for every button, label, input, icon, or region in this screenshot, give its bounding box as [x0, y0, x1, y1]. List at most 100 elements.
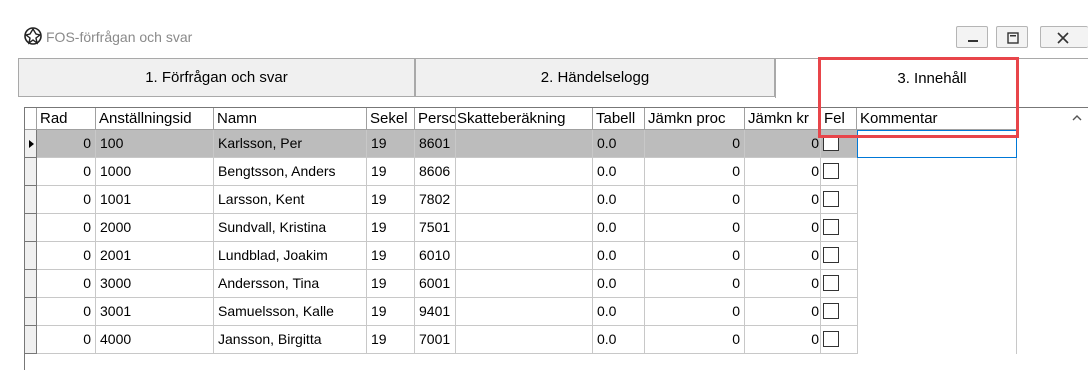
cell-person[interactable]: 8601 [415, 130, 456, 158]
cell-id[interactable]: 100 [96, 130, 214, 158]
row-indicator[interactable] [25, 130, 37, 158]
cell-skatt[interactable] [456, 158, 593, 186]
cell-id[interactable]: 2001 [96, 242, 214, 270]
cell-rad[interactable]: 0 [37, 186, 96, 214]
row-indicator[interactable] [25, 298, 37, 326]
cell-skatt[interactable] [456, 270, 593, 298]
table-row[interactable]: 0 3000 Andersson, Tina 19 6001 0.0 0 0 [25, 270, 1088, 298]
cell-namn[interactable]: Jansson, Birgitta [214, 326, 367, 354]
row-indicator[interactable] [25, 214, 37, 242]
cell-tabell[interactable]: 0.0 [593, 158, 645, 186]
cell-kr[interactable]: 0 [745, 214, 821, 242]
col-header-rad[interactable]: Rad [37, 108, 96, 130]
cell-skatt[interactable] [456, 186, 593, 214]
row-indicator[interactable] [25, 186, 37, 214]
restore-button[interactable] [996, 26, 1028, 48]
cell-id[interactable]: 1000 [96, 158, 214, 186]
cell-namn[interactable]: Karlsson, Per [214, 130, 367, 158]
data-grid[interactable]: Rad Anställningsid Namn Sekel Personnumm… [24, 107, 1088, 370]
col-header-anstallningsid[interactable]: Anställningsid [96, 108, 214, 130]
cell-proc[interactable]: 0 [645, 242, 745, 270]
cell-person[interactable]: 7802 [415, 186, 456, 214]
cell-sekel[interactable]: 19 [367, 242, 415, 270]
cell-tabell[interactable]: 0.0 [593, 214, 645, 242]
table-row[interactable]: 0 1000 Bengtsson, Anders 19 8606 0.0 0 0 [25, 158, 1088, 186]
cell-proc[interactable]: 0 [645, 270, 745, 298]
cell-kommentar[interactable] [857, 242, 1017, 270]
cell-proc[interactable]: 0 [645, 130, 745, 158]
cell-kr[interactable]: 0 [745, 326, 821, 354]
cell-kr[interactable]: 0 [745, 158, 821, 186]
cell-skatt[interactable] [456, 298, 593, 326]
cell-namn[interactable]: Andersson, Tina [214, 270, 367, 298]
cell-fel[interactable] [821, 242, 857, 270]
cell-sekel[interactable]: 19 [367, 130, 415, 158]
cell-tabell[interactable]: 0.0 [593, 186, 645, 214]
cell-id[interactable]: 3001 [96, 298, 214, 326]
cell-person[interactable]: 7501 [415, 214, 456, 242]
table-row[interactable]: 0 1001 Larsson, Kent 19 7802 0.0 0 0 [25, 186, 1088, 214]
cell-namn[interactable]: Samuelsson, Kalle [214, 298, 367, 326]
cell-kr[interactable]: 0 [745, 130, 821, 158]
fel-checkbox[interactable] [823, 163, 839, 179]
cell-kommentar[interactable] [857, 186, 1017, 214]
cell-fel[interactable] [821, 298, 857, 326]
col-header-jamkn-proc[interactable]: Jämkn proc [645, 108, 745, 130]
cell-kommentar[interactable] [857, 326, 1017, 354]
row-indicator[interactable] [25, 270, 37, 298]
cell-kommentar[interactable] [857, 298, 1017, 326]
table-row[interactable]: 0 2000 Sundvall, Kristina 19 7501 0.0 0 0 [25, 214, 1088, 242]
cell-id[interactable]: 4000 [96, 326, 214, 354]
cell-person[interactable]: 7001 [415, 326, 456, 354]
cell-fel[interactable] [821, 270, 857, 298]
fel-checkbox[interactable] [823, 191, 839, 207]
fel-checkbox[interactable] [823, 303, 839, 319]
cell-sekel[interactable]: 19 [367, 298, 415, 326]
col-header-jamkn-kr[interactable]: Jämkn kr [745, 108, 821, 130]
cell-proc[interactable]: 0 [645, 158, 745, 186]
cell-tabell[interactable]: 0.0 [593, 242, 645, 270]
cell-fel[interactable] [821, 214, 857, 242]
cell-person[interactable]: 6001 [415, 270, 456, 298]
cell-rad[interactable]: 0 [37, 270, 96, 298]
fel-checkbox[interactable] [823, 331, 839, 347]
cell-proc[interactable]: 0 [645, 326, 745, 354]
cell-fel[interactable] [821, 158, 857, 186]
cell-proc[interactable]: 0 [645, 214, 745, 242]
cell-namn[interactable]: Lundblad, Joakim [214, 242, 367, 270]
cell-tabell[interactable]: 0.0 [593, 326, 645, 354]
fel-checkbox[interactable] [823, 247, 839, 263]
cell-rad[interactable]: 0 [37, 130, 96, 158]
cell-kommentar[interactable] [857, 270, 1017, 298]
cell-namn[interactable]: Larsson, Kent [214, 186, 367, 214]
cell-skatt[interactable] [456, 214, 593, 242]
cell-kommentar[interactable] [857, 214, 1017, 242]
row-indicator[interactable] [25, 326, 37, 354]
cell-person[interactable]: 9401 [415, 298, 456, 326]
vertical-scrollbar[interactable] [1065, 108, 1088, 370]
table-row[interactable]: 0 2001 Lundblad, Joakim 19 6010 0.0 0 0 [25, 242, 1088, 270]
fel-checkbox[interactable] [823, 275, 839, 291]
minimize-button[interactable] [956, 26, 988, 48]
col-header-tabell[interactable]: Tabell [593, 108, 645, 130]
cell-sekel[interactable]: 19 [367, 158, 415, 186]
col-header-skatteberakning[interactable]: Skatteberäkning [456, 108, 593, 130]
cell-skatt[interactable] [456, 326, 593, 354]
cell-kr[interactable]: 0 [745, 298, 821, 326]
cell-rad[interactable]: 0 [37, 242, 96, 270]
cell-kommentar[interactable] [857, 158, 1017, 186]
tab-forfragan-och-svar[interactable]: 1. Förfrågan och svar [18, 58, 415, 96]
close-button[interactable] [1040, 26, 1088, 48]
row-indicator[interactable] [25, 242, 37, 270]
cell-sekel[interactable]: 19 [367, 270, 415, 298]
cell-id[interactable]: 3000 [96, 270, 214, 298]
cell-sekel[interactable]: 19 [367, 186, 415, 214]
cell-rad[interactable]: 0 [37, 214, 96, 242]
fel-checkbox[interactable] [823, 219, 839, 235]
row-indicator[interactable] [25, 158, 37, 186]
cell-kr[interactable]: 0 [745, 270, 821, 298]
cell-kr[interactable]: 0 [745, 242, 821, 270]
cell-sekel[interactable]: 19 [367, 214, 415, 242]
col-header-personnummer[interactable]: Personnummer [415, 108, 456, 130]
cell-id[interactable]: 2000 [96, 214, 214, 242]
